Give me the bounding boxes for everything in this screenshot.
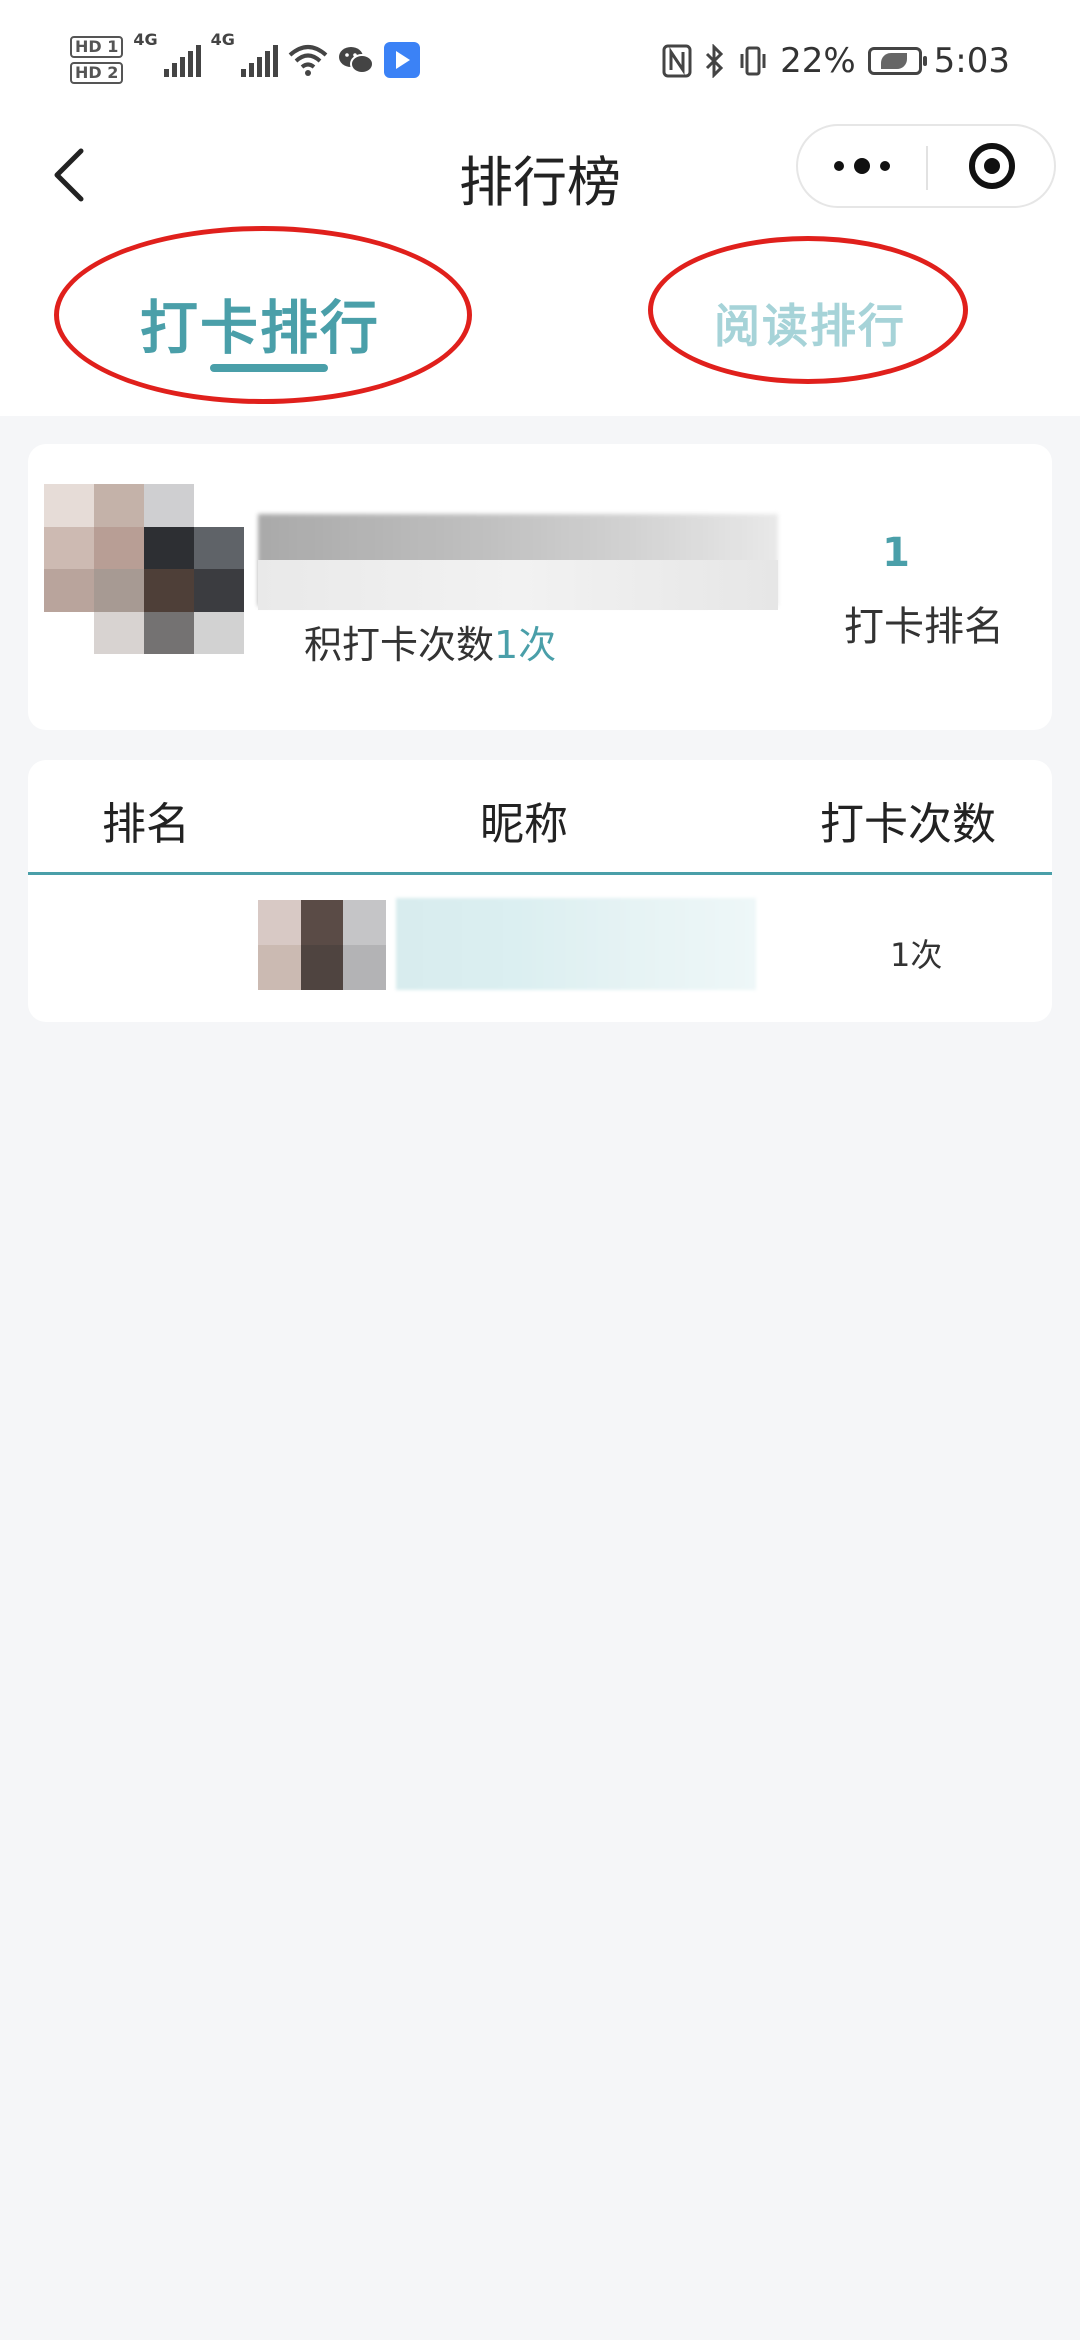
status-bar: HD 1 HD 2 4G 4G 22% 5:03 [0, 0, 1080, 120]
bluetooth-icon [706, 44, 724, 78]
active-tab-indicator [210, 364, 328, 372]
signal1-label: 4G [133, 30, 158, 49]
nickname-blurred [396, 898, 756, 990]
cellular-signal-icon [163, 43, 201, 77]
hd-sim-indicators: HD 1 HD 2 [70, 36, 124, 84]
cellular-signal-icon-2 [240, 43, 278, 77]
my-rank-card: 积打卡次数1次 1 打卡排名 [28, 444, 1052, 730]
hd1-indicator: HD 1 [70, 36, 124, 58]
ranking-table: 排名 昵称 打卡次数 1次 [28, 760, 1052, 1022]
close-miniprogram-button[interactable] [928, 126, 1056, 206]
my-rank-number: 1 [882, 530, 910, 576]
tab-bar: 打卡排行 阅读排行 [0, 230, 1080, 416]
table-row[interactable]: 1次 [28, 876, 1052, 1022]
battery-percent: 22% [780, 41, 856, 81]
nfc-icon [662, 44, 692, 78]
tab-reading-label: 阅读排行 [714, 299, 906, 353]
header-checkin-count: 打卡次数 [820, 799, 996, 850]
checkin-count-text: 积打卡次数1次 [304, 614, 556, 669]
checkin-count-prefix: 积打卡次数 [304, 623, 495, 667]
vibrate-icon [740, 46, 766, 76]
my-rank-label: 打卡排名 [844, 604, 1004, 650]
clock: 5:03 [933, 41, 1010, 81]
app-notification-icon [383, 42, 420, 78]
nav-bar: 排行榜 [0, 120, 1080, 230]
avatar [44, 484, 244, 654]
tab-checkin-label: 打卡排行 [139, 294, 380, 362]
checkin-count-value: 1次 [494, 623, 557, 667]
header-nickname: 昵称 [480, 799, 568, 850]
nickname-blurred-lower [258, 560, 778, 610]
miniprogram-capsule [796, 124, 1056, 208]
target-icon [969, 143, 1015, 189]
status-right-icons: 22% 5:03 [662, 34, 1010, 88]
status-left-icons: HD 1 HD 2 4G 4G [70, 30, 420, 90]
tab-checkin-ranking[interactable]: 打卡排行 [50, 230, 470, 416]
wifi-icon [288, 45, 328, 76]
tab-reading-ranking[interactable]: 阅读排行 [650, 230, 970, 416]
more-button[interactable] [798, 126, 926, 206]
wechat-icon [338, 47, 374, 74]
header-divider [28, 872, 1052, 875]
row-checkin-count: 1次 [890, 936, 943, 974]
signal2-label: 4G [210, 30, 235, 49]
battery-icon [867, 47, 927, 75]
avatar [258, 900, 386, 990]
hd2-indicator: HD 2 [70, 62, 124, 84]
header-rank: 排名 [102, 799, 190, 850]
